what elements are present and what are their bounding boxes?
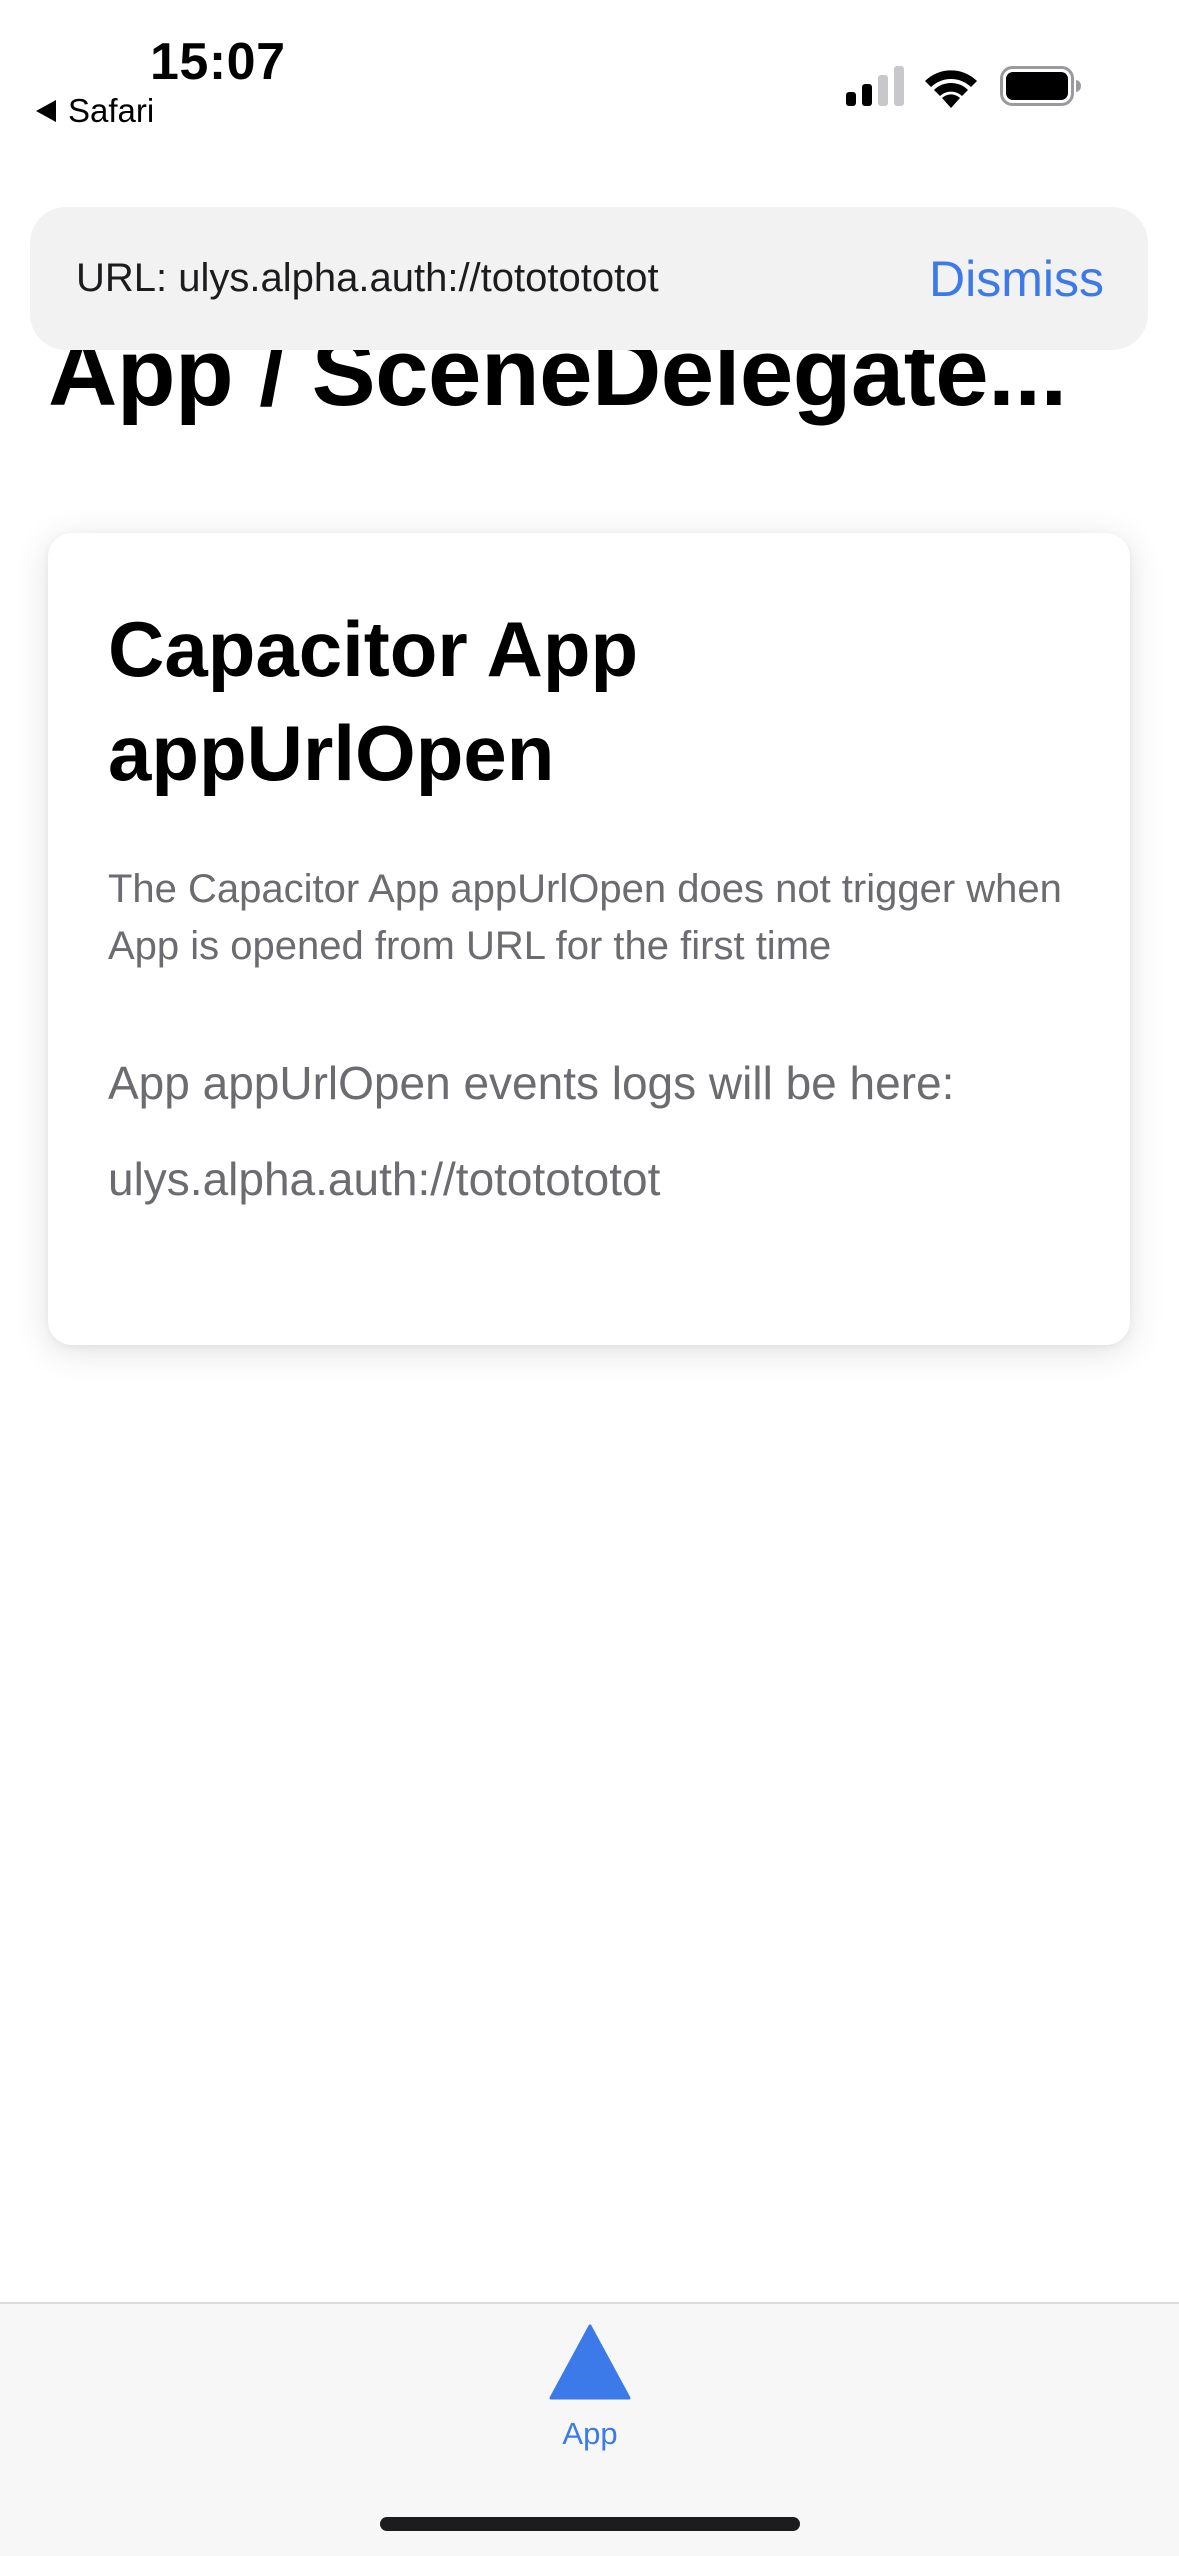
back-app-label: Safari <box>68 92 155 129</box>
back-arrow-icon <box>36 100 56 122</box>
tab-app[interactable]: App <box>520 2322 660 2462</box>
dismiss-button[interactable]: Dismiss <box>929 250 1104 308</box>
triangle-icon <box>549 2324 631 2400</box>
status-bar: 15:07 Safari <box>0 0 1179 150</box>
card-title: Capacitor App appUrlOpen <box>108 605 639 797</box>
battery-icon <box>1000 66 1081 106</box>
wifi-icon <box>925 70 977 108</box>
home-indicator <box>380 2517 800 2531</box>
log-entry: ulys.alpha.auth://tototototot <box>108 1153 661 1205</box>
url-text: URL: ulys.alpha.auth://tototototot <box>76 256 659 300</box>
status-time: 15:07 <box>150 33 286 91</box>
signal-icon <box>846 66 904 106</box>
back-to-safari-button[interactable]: Safari <box>36 92 154 130</box>
info-card: Capacitor App appUrlOpen The Capacitor A… <box>48 533 1130 1345</box>
tab-app-label: App <box>562 2416 618 2451</box>
card-subtitle: The Capacitor App appUrlOpen does not tr… <box>108 867 1062 968</box>
url-banner: URL: ulys.alpha.auth://tototototot Dismi… <box>30 207 1148 350</box>
log-label: App appUrlOpen events logs will be here: <box>108 1057 955 1109</box>
